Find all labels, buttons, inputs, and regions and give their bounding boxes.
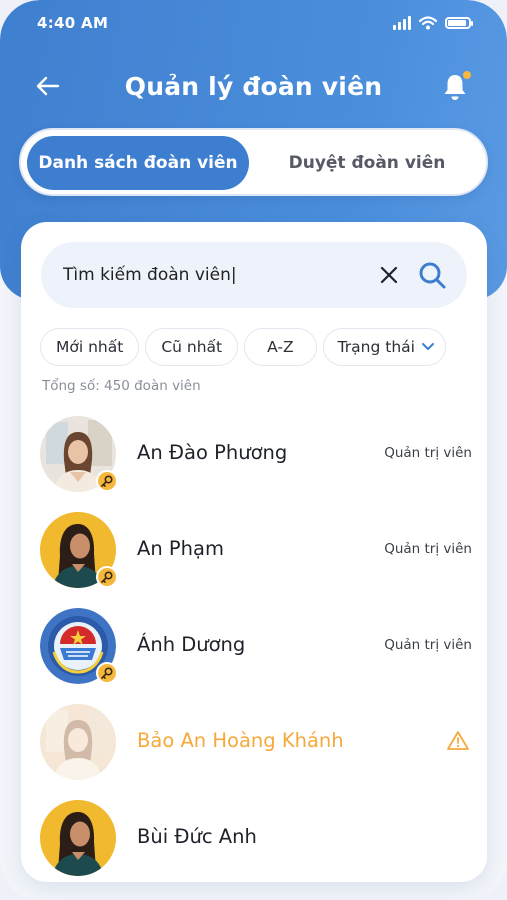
list-item[interactable]: Ánh Dương Quản trị viên (40, 604, 472, 700)
search-bar (41, 242, 467, 308)
list-item[interactable]: Bùi Đức Anh (40, 796, 470, 892)
admin-key-badge (96, 662, 118, 684)
status-time: 4:40 AM (37, 14, 109, 32)
list-item[interactable]: An Phạm Quản trị viên (40, 508, 472, 604)
filter-label: Trạng thái (337, 338, 415, 356)
tab-member-approval[interactable]: Duyệt đoàn viên (255, 136, 479, 190)
member-list: An Đào Phương Quản trị viên An Phạm Quản… (40, 412, 472, 892)
battery-icon (445, 17, 473, 29)
status-bar: 4:40 AM (0, 0, 507, 48)
filter-alphabetical[interactable]: A-Z (244, 328, 317, 366)
notification-dot (463, 71, 471, 79)
app-screen: 4:40 AM Quản lý đoàn viên Danh sách đoàn… (0, 0, 507, 900)
key-icon (101, 667, 113, 679)
list-item[interactable]: Bảo An Hoàng Khánh (40, 700, 470, 796)
filter-newest[interactable]: Mới nhất (40, 328, 140, 366)
segmented-tabs: Danh sách đoàn viên Duyệt đoàn viên (19, 128, 488, 196)
member-card: Mới nhất Cũ nhất A-Z Trạng thái Tổng số:… (21, 222, 487, 882)
filter-label: Mới nhất (56, 338, 124, 356)
member-role: Quản trị viên (384, 541, 472, 557)
member-name: An Phạm (137, 537, 224, 560)
search-button[interactable] (417, 260, 447, 290)
signal-icon (393, 16, 411, 30)
key-icon (101, 571, 113, 583)
portrait-photo-icon (40, 704, 116, 780)
admin-key-badge (96, 566, 118, 588)
filter-chips: Mới nhất Cũ nhất A-Z Trạng thái (40, 328, 446, 366)
close-icon (380, 266, 398, 284)
search-input[interactable] (63, 258, 363, 292)
notification-button[interactable] (441, 70, 473, 102)
filter-label: A-Z (267, 338, 294, 356)
page-title: Quản lý đoàn viên (124, 72, 383, 101)
status-icons (393, 16, 473, 30)
key-icon (101, 475, 113, 487)
member-total: Tổng số: 450 đoàn viên (42, 378, 201, 394)
clear-search-button[interactable] (377, 263, 401, 287)
admin-key-badge (96, 470, 118, 492)
search-icon (419, 262, 446, 289)
warning-icon (447, 731, 469, 750)
member-name: Bùi Đức Anh (137, 825, 257, 848)
filter-oldest[interactable]: Cũ nhất (145, 328, 239, 366)
list-item[interactable]: An Đào Phương Quản trị viên (40, 412, 472, 508)
chevron-down-icon (421, 343, 434, 350)
avatar (40, 704, 116, 780)
filter-label: Cũ nhất (161, 338, 223, 356)
member-name: Bảo An Hoàng Khánh (137, 729, 344, 752)
portrait-photo-icon (40, 800, 116, 876)
member-role: Quản trị viên (384, 445, 472, 461)
avatar (40, 800, 116, 876)
member-name: An Đào Phương (137, 441, 288, 464)
top-bar: Quản lý đoàn viên (0, 60, 507, 112)
tab-member-list[interactable]: Danh sách đoàn viên (27, 136, 249, 190)
filter-status[interactable]: Trạng thái (322, 328, 446, 366)
member-role: Quản trị viên (384, 637, 472, 653)
wifi-icon (419, 16, 437, 30)
member-name: Ánh Dương (137, 633, 246, 656)
